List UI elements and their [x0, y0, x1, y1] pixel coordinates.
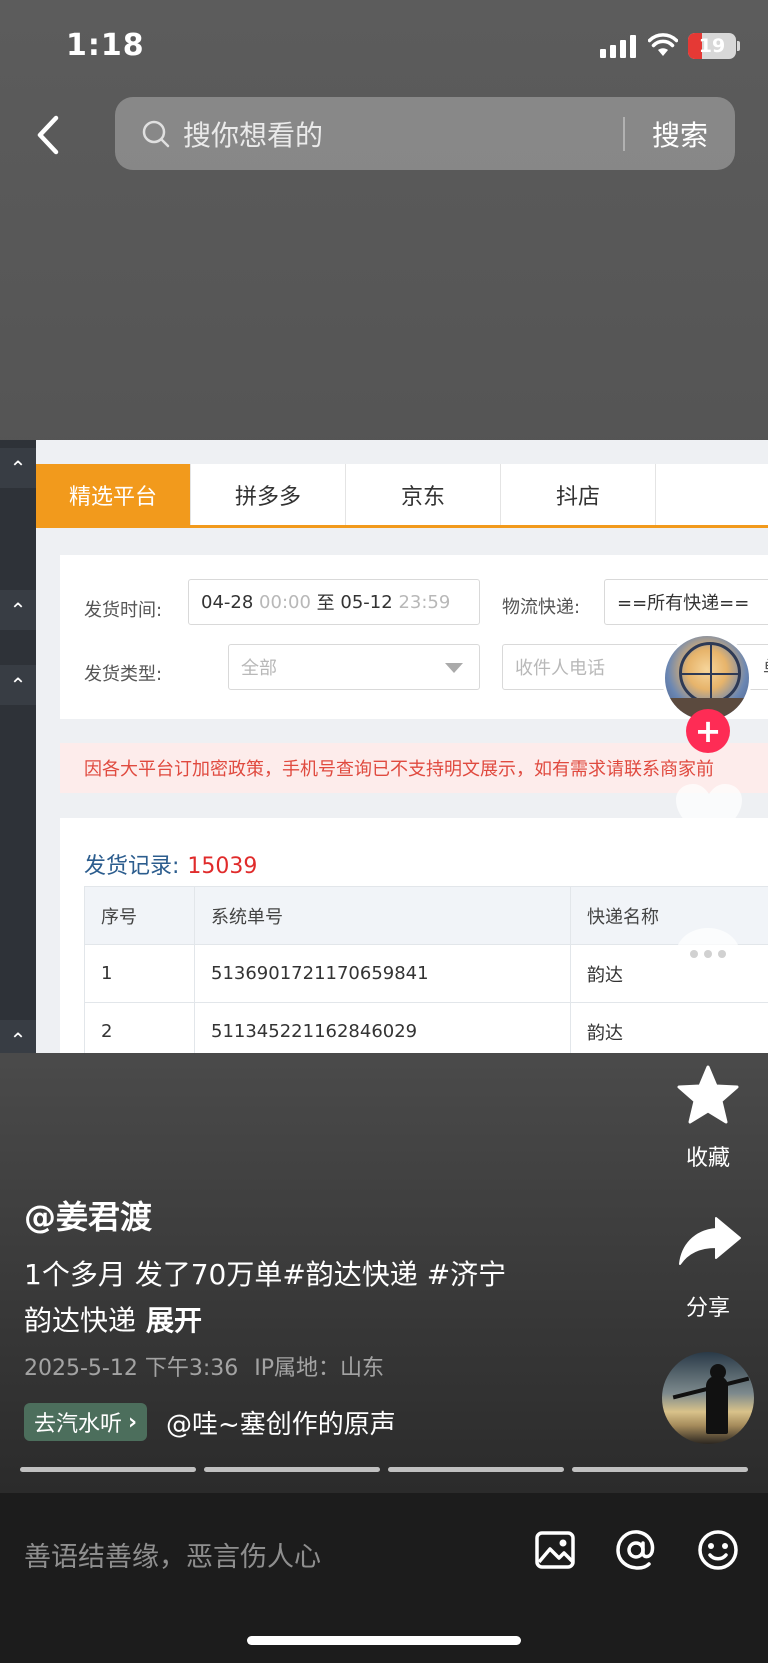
courier-select: ==所有快递== [604, 579, 768, 625]
image-icon[interactable] [533, 1528, 577, 1572]
shot-tabs: 精选平台 拼多多 京东 抖店 [36, 464, 768, 528]
ship-type-label: 发货类型: [84, 664, 163, 685]
search-bar[interactable]: 搜你想看的 搜索 [115, 97, 735, 170]
shot-tab: 抖店 [501, 464, 656, 525]
records-label: 发货记录: [84, 854, 180, 879]
ship-type-value: 全部 [241, 658, 277, 679]
search-icon [142, 120, 170, 147]
comment-count: 4 [702, 1004, 714, 1025]
battery-indicator: 19 [688, 33, 736, 59]
share-label[interactable]: 分享 [668, 1290, 748, 1322]
follow-plus-button[interactable]: + [686, 709, 730, 753]
phone-placeholder: 收件人电话 [515, 658, 605, 679]
music-app-tag-label: 去汽水听 [34, 1412, 123, 1437]
shot-tab: 精选平台 [36, 464, 191, 525]
ship-time-label: 发货时间: [84, 600, 163, 621]
battery-level: 19 [698, 35, 726, 57]
phone-trailing: 单 [763, 654, 768, 680]
progress-segment [572, 1467, 748, 1472]
time-from: 00:00 [259, 591, 311, 613]
heart-icon[interactable] [674, 782, 744, 846]
shot-filters: 发货时间: 04-28 00:00 至 05-12 23:59 物流快递: ==… [60, 555, 768, 719]
privacy-notice: 因各大平台订加密政策，手机号查询已不支持明文展示，如有需求请联系商家前 [60, 743, 768, 793]
post-meta: 2025-5-12 下午3:36 IP属地：山东 [24, 1350, 384, 1382]
shot-tab: 京东 [346, 464, 501, 525]
shot-chevron-up-icon: ⌃ [0, 448, 36, 488]
music-title[interactable]: @哇~塞创作的原声 [166, 1404, 396, 1441]
table-cell: 2 [84, 1002, 195, 1053]
table-header: 系统单号 [194, 886, 571, 945]
description-line: 1个多月 发了70万单#韵达快递 #济宁 [24, 1258, 507, 1291]
ferris-wheel-shape [679, 642, 741, 704]
records-table: 序号 系统单号 快递名称 1 5136901721170659841 韵达 2 … [84, 886, 768, 1053]
table-cell: 1 [84, 944, 195, 1003]
comment-input[interactable]: 善语结善缘，恶言伤人心 [24, 1535, 321, 1574]
table-cell: 511345221162846029 [194, 1002, 571, 1053]
emoji-icon[interactable] [696, 1528, 740, 1572]
records-count: 15039 [187, 854, 258, 879]
chevron-right-icon: › [128, 1409, 138, 1435]
expand-link[interactable]: 展开 [146, 1304, 202, 1337]
favorite-label[interactable]: 收藏 [668, 1140, 748, 1172]
music-app-tag[interactable]: 去汽水听 › [24, 1403, 148, 1441]
progress-segment [20, 1467, 196, 1472]
avatar-person [706, 1376, 728, 1434]
ip-location: IP属地：山东 [254, 1356, 385, 1381]
comment-icon[interactable] [674, 924, 742, 988]
description-hashtag: 韵达快递 [24, 1304, 137, 1337]
author-name[interactable]: @姜君渡 [24, 1192, 152, 1238]
shot-chevron-up-icon: ⌃ [0, 665, 36, 705]
progress-segment [204, 1467, 380, 1472]
shipping-records: 发货记录: 15039 序号 系统单号 快递名称 1 51369017211706… [60, 818, 768, 1053]
like-count: 11 [696, 862, 720, 883]
mention-icon[interactable] [614, 1528, 658, 1572]
home-indicator[interactable] [247, 1636, 521, 1645]
share-arrow-icon[interactable] [678, 1216, 742, 1266]
date-to: 05-12 [340, 591, 393, 613]
table-header-row: 序号 系统单号 快递名称 [84, 886, 768, 945]
wifi-icon [648, 33, 678, 56]
date-from: 04-28 [201, 591, 254, 613]
courier-label: 物流快递: [502, 597, 581, 618]
battery-tip [737, 41, 740, 51]
cellular-signal-icon [600, 34, 636, 58]
time-to: 23:59 [398, 591, 451, 613]
video-description[interactable]: 1个多月 发了70万单#韵达快递 #济宁 韵达快递 展开 [24, 1252, 584, 1344]
shot-panel: 精选平台 拼多多 京东 抖店 发货时间: 04-28 00:00 至 05-12… [36, 440, 768, 1053]
music-disc-avatar[interactable] [662, 1352, 754, 1444]
table-cell: 5136901721170659841 [194, 944, 571, 1003]
shot-sidebar [0, 440, 36, 1053]
table-header: 序号 [84, 886, 195, 945]
post-date: 2025-5-12 下午3:36 [24, 1356, 239, 1381]
shot-chevron-up-icon: ⌃ [0, 590, 36, 630]
records-title: 发货记录: 15039 [84, 848, 257, 880]
shot-tab: 拼多多 [191, 464, 346, 525]
back-arrow-icon[interactable] [30, 110, 70, 160]
table-row: 2 511345221162846029 韵达 [84, 1002, 768, 1053]
table-row: 1 5136901721170659841 韵达 [84, 944, 768, 1003]
search-input[interactable]: 搜你想看的 [183, 114, 623, 154]
progress-segment [388, 1467, 564, 1472]
dropdown-caret-icon [445, 663, 463, 673]
shot-chevron-up-icon: ⌃ [0, 1020, 36, 1053]
ship-type-select: 全部 [228, 644, 480, 690]
ship-time-range: 04-28 00:00 至 05-12 23:59 [188, 579, 480, 625]
star-icon[interactable] [676, 1064, 740, 1126]
progress-segments [20, 1467, 748, 1472]
description-line-2: 韵达快递 展开 [24, 1298, 584, 1344]
search-button[interactable]: 搜索 [625, 114, 735, 154]
status-time: 1:18 [66, 28, 145, 63]
video-frame[interactable]: ⌃ ⌃ ⌃ ⌃ 精选平台 拼多多 京东 抖店 发货时间: 04-28 00:00… [0, 440, 768, 1053]
to-word: 至 [316, 593, 335, 614]
